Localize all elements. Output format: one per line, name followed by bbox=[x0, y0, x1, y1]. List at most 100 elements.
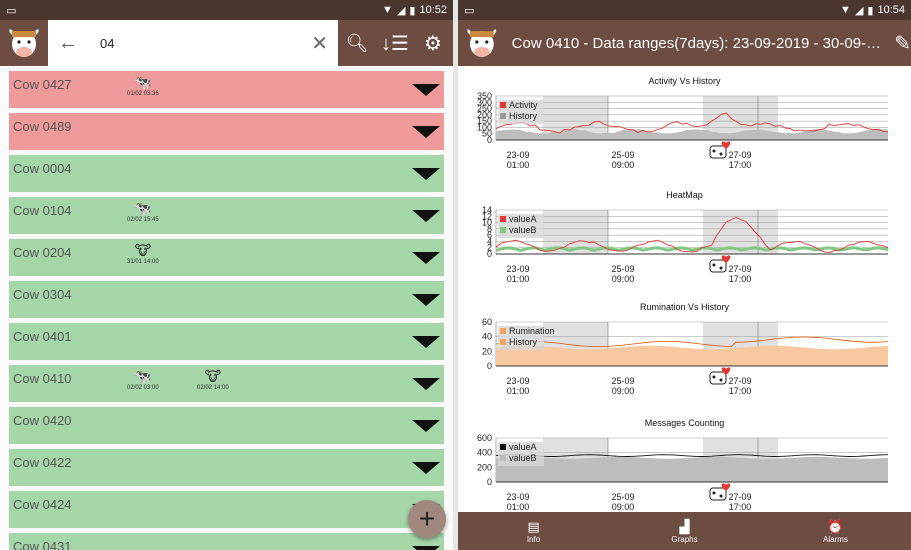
cow-list-screen: ▭ ▼ ◢ ▮ 10:52 ← ✕ 🔍︎ ↓☰ ⚙ Cow 0427🐄01/02… bbox=[0, 0, 453, 550]
alert-badge[interactable]: 🐄 02/02 03:00 bbox=[127, 368, 159, 391]
cow-row[interactable]: Cow 0204 🐮 31/01 14:00 bbox=[9, 239, 444, 276]
cow-name: Cow 0422 bbox=[13, 455, 72, 470]
signal-icon: ◢ bbox=[396, 4, 406, 17]
expand-arrow-icon[interactable] bbox=[412, 84, 440, 96]
cow-face-icon: 🐮 bbox=[134, 242, 152, 258]
chart: Activity Vs History 350 300 250 200 150 100 50 0… bbox=[458, 76, 911, 189]
expand-arrow-icon[interactable] bbox=[412, 252, 440, 264]
search-icon[interactable]: 🔍︎ bbox=[338, 33, 376, 54]
battery-icon: ▮ bbox=[867, 4, 874, 17]
legend-swatch bbox=[500, 339, 506, 345]
back-arrow-icon[interactable]: ← bbox=[58, 32, 86, 55]
wifi-icon: ▼ bbox=[382, 4, 393, 16]
cow-row[interactable]: Cow 0431 bbox=[9, 533, 444, 550]
cow-name: Cow 0420 bbox=[13, 413, 72, 428]
graphs-icon: ▟ bbox=[679, 518, 690, 534]
legend-label: valueB bbox=[509, 453, 537, 463]
status-bar: ▭ ▼ ◢ ▮ 10:54 bbox=[458, 0, 911, 20]
alarm-icon: ⏰ bbox=[827, 518, 844, 534]
cow-heat-marker-icon bbox=[709, 255, 731, 273]
cow-row[interactable]: Cow 0104 🐄 02/02 15:45 bbox=[9, 197, 444, 234]
cow-logo-icon bbox=[9, 29, 39, 57]
cow-row[interactable]: Cow 0304 bbox=[9, 281, 444, 318]
expand-arrow-icon[interactable] bbox=[412, 210, 440, 222]
nav-item-alarms[interactable]: ⏰ Alarms bbox=[781, 519, 891, 544]
chart-svg: 350300250200150100500ActivityHistory23-0… bbox=[477, 91, 889, 170]
alert-timestamp: 02/02 14:00 bbox=[197, 385, 229, 391]
expand-arrow-icon[interactable] bbox=[412, 546, 440, 550]
expand-arrow-icon[interactable] bbox=[412, 462, 440, 474]
settings-gear-icon[interactable]: ⚙ bbox=[414, 31, 452, 56]
cow-row[interactable]: Cow 0401 bbox=[9, 323, 444, 360]
alert-badge[interactable]: 🐮 02/02 14:00 bbox=[197, 368, 229, 391]
alert-badge[interactable]: 🐄 02/02 15:45 bbox=[127, 200, 159, 223]
cow-logo-icon bbox=[467, 29, 497, 57]
cow-list: Cow 0427 🐄 01/02 03:36 Cow 0489 Cow 0004 Cow … bbox=[0, 66, 453, 550]
alert-badge[interactable]: 🐮 31/01 14:00 bbox=[127, 242, 159, 265]
cow-heat-marker-icon bbox=[709, 367, 731, 385]
nav-item-info[interactable]: ▤ Info bbox=[479, 519, 589, 544]
chart-title: Activity Vs History bbox=[648, 76, 721, 86]
expand-arrow-icon[interactable] bbox=[412, 336, 440, 348]
cow-name: Cow 0004 bbox=[13, 161, 72, 176]
expand-arrow-icon[interactable] bbox=[412, 126, 440, 138]
cow-row[interactable]: Cow 0410 🐄 02/02 03:00 🐮 02/02 14:00 bbox=[9, 365, 444, 402]
legend-swatch bbox=[500, 227, 506, 233]
series-history-area bbox=[496, 345, 888, 366]
search-box: ← ✕ bbox=[48, 20, 338, 66]
cow-face-icon: 🐮 bbox=[204, 368, 222, 384]
cow-name: Cow 0204 bbox=[13, 245, 72, 260]
status-bar: ▭ ▼ ◢ ▮ 10:52 bbox=[0, 0, 453, 20]
expand-arrow-icon[interactable] bbox=[412, 294, 440, 306]
legend-swatch bbox=[500, 444, 506, 450]
x-tick-label: 27-09 17:00 bbox=[728, 264, 751, 284]
legend-label: valueA bbox=[509, 442, 537, 452]
y-tick-label: 600 bbox=[477, 433, 492, 443]
legend-label: History bbox=[509, 337, 538, 347]
legend-label: Rumination bbox=[509, 326, 555, 336]
x-tick-label: 25-09 09:00 bbox=[611, 376, 634, 396]
alert-timestamp: 02/02 03:00 bbox=[127, 385, 159, 391]
legend-label: History bbox=[509, 111, 538, 121]
sort-icon[interactable]: ↓☰ bbox=[376, 31, 414, 56]
series-valueb-area bbox=[496, 456, 888, 482]
nav-item-graphs[interactable]: ▟ Graphs bbox=[630, 519, 740, 544]
clear-icon[interactable]: ✕ bbox=[311, 31, 328, 56]
y-tick-label: 200 bbox=[477, 462, 492, 472]
alert-badge[interactable]: 🐄 01/02 03:36 bbox=[127, 74, 159, 97]
x-tick-label: 25-09 09:00 bbox=[611, 264, 634, 284]
chart-svg: 60 40 20 0 RuminationHistory 23-09 01:00 25-09 0… bbox=[482, 317, 889, 396]
nav-item-label: Info bbox=[526, 534, 541, 544]
notification-icon: ▭ bbox=[464, 4, 475, 17]
legend-label: valueB bbox=[509, 225, 537, 235]
cow-name: Cow 0401 bbox=[13, 329, 72, 344]
legend-swatch bbox=[500, 455, 506, 461]
cow-row[interactable]: Cow 0424 bbox=[9, 491, 444, 528]
nav-item-label: Alarms bbox=[823, 534, 848, 544]
battery-icon: ▮ bbox=[409, 4, 416, 17]
cow-row[interactable]: Cow 0420 bbox=[9, 407, 444, 444]
notification-icon: ▭ bbox=[6, 4, 17, 17]
alert-timestamp: 31/01 14:00 bbox=[127, 259, 159, 265]
expand-arrow-icon[interactable] bbox=[412, 168, 440, 180]
expand-arrow-icon[interactable] bbox=[412, 420, 440, 432]
cow-heat-marker-icon bbox=[709, 141, 731, 159]
chart-title: Messages Counting bbox=[644, 418, 725, 428]
shaded-band bbox=[703, 210, 778, 254]
cow-row[interactable]: Cow 0489 bbox=[9, 113, 444, 150]
cow-heat-icon: 🐄 bbox=[134, 368, 152, 384]
edit-pencil-icon[interactable]: ✎ bbox=[894, 31, 911, 56]
x-tick-label: 27-09 17:00 bbox=[728, 492, 751, 512]
cow-row[interactable]: Cow 0427 🐄 01/02 03:36 bbox=[9, 71, 444, 108]
cow-name: Cow 0104 bbox=[13, 203, 72, 218]
add-cow-button[interactable]: + bbox=[408, 500, 446, 538]
cow-heat-marker-icon bbox=[709, 483, 731, 501]
cow-name: Cow 0410 bbox=[13, 371, 72, 386]
expand-arrow-icon[interactable] bbox=[412, 378, 440, 390]
cow-alert-icon: 🐄 bbox=[134, 200, 152, 216]
cow-row[interactable]: Cow 0422 bbox=[9, 449, 444, 486]
cow-row[interactable]: Cow 0004 bbox=[9, 155, 444, 192]
y-tick-label: 400 bbox=[477, 448, 492, 458]
search-input[interactable] bbox=[100, 35, 312, 51]
signal-icon: ◢ bbox=[854, 4, 864, 17]
